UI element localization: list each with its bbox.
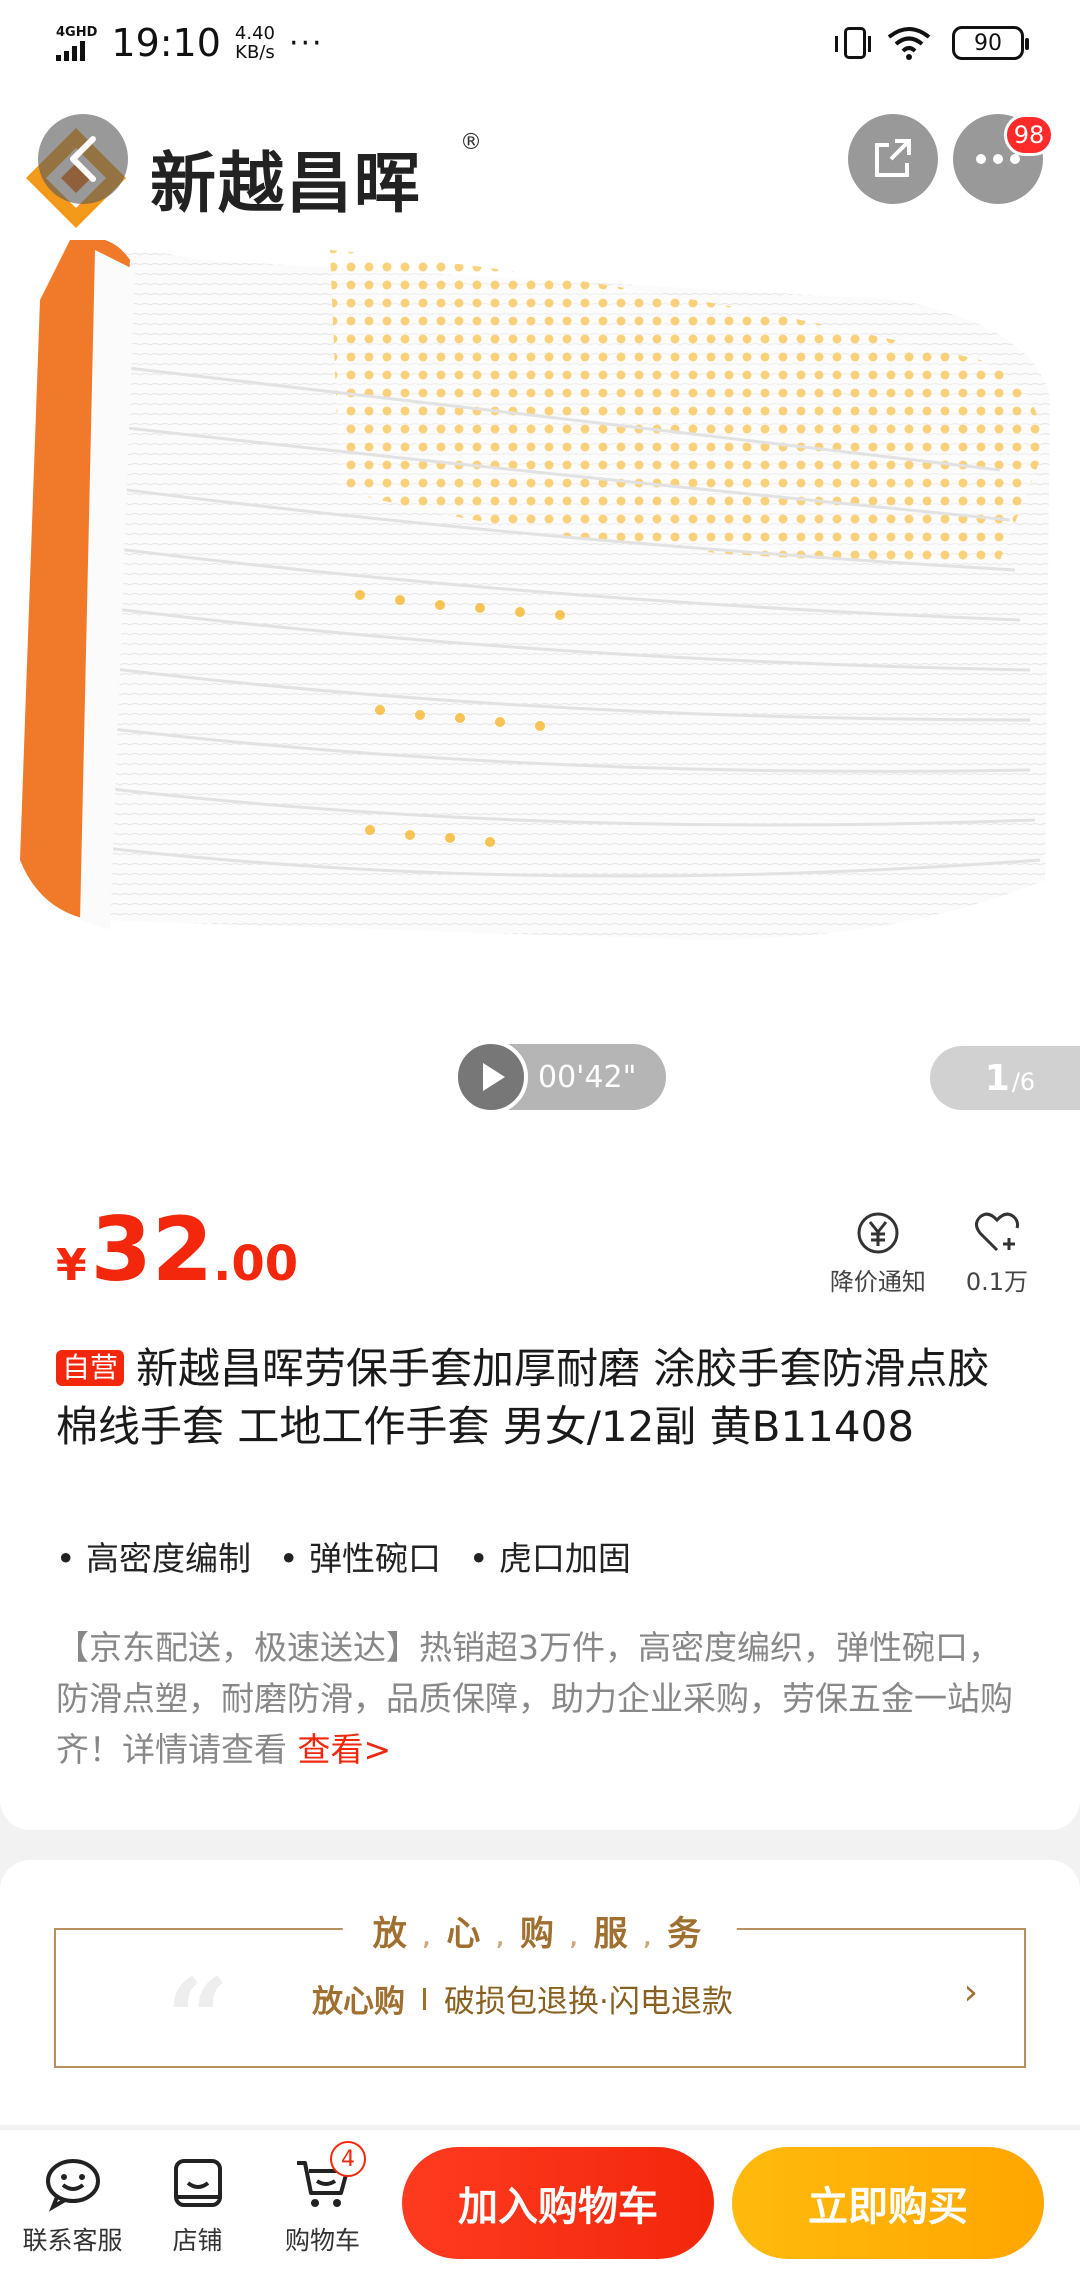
favorite-count: 0.1万 — [965, 1268, 1028, 1296]
status-more: ··· — [288, 25, 324, 61]
feature-item: 高密度编制 — [56, 1532, 251, 1580]
image-total: /6 — [1011, 1068, 1036, 1096]
share-icon — [875, 139, 911, 177]
chevron-right-icon[interactable]: › — [964, 1972, 978, 2013]
price-decimal: .00 — [213, 1236, 299, 1292]
wifi-icon — [887, 27, 931, 60]
description-text: 【京东配送，极速送达】热销超3万件，高密度编织，弹性碗口，防滑点塑，耐磨防滑，品… — [56, 1628, 1013, 1769]
cart-count-badge: 4 — [330, 2141, 366, 2177]
customer-service-label: 联系客服 — [22, 2226, 123, 2255]
quote-icon: “ — [166, 1954, 230, 2083]
feature-item: 弹性碗口 — [279, 1532, 441, 1580]
service-title-char: 心 — [446, 1914, 487, 1954]
service-label: 放心购 — [312, 1984, 405, 2020]
product-info-card: ¥ 32 .00 降价通知 0.1万 自营 新越昌晖劳保手套加厚耐磨 涂胶手套防滑… — [0, 1160, 1080, 1830]
service-card: 放,心,购,服,务 “ 放心购 破损包退换·闪电退款 › — [0, 1860, 1080, 2125]
service-title-char: 放 — [372, 1914, 413, 1954]
feature-item: 虎口加固 — [469, 1532, 631, 1580]
signal-icon: 4GHD — [56, 26, 97, 61]
product-title: 自营 新越昌晖劳保手套加厚耐磨 涂胶手套防滑点胶棉线手套 工地工作手套 男女/12… — [56, 1340, 1016, 1456]
chevron-left-icon — [70, 136, 96, 182]
store-button[interactable]: 店铺 — [135, 2153, 260, 2257]
product-image-gloves[interactable] — [0, 240, 1080, 1000]
heart-icon — [974, 1212, 1019, 1252]
price: ¥ 32 .00 — [56, 1198, 298, 1301]
price-alert-label: 降价通知 — [829, 1268, 926, 1296]
brand-registered-mark: ® — [460, 130, 482, 155]
price-integer: 32 — [90, 1198, 214, 1301]
message-count-badge: 98 — [1004, 114, 1054, 156]
store-label: 店铺 — [172, 2226, 223, 2255]
product-gallery[interactable]: 新越昌晖 ® 98 00'42" 1/6 — [0, 0, 1080, 1160]
service-title: 放,心,购,服,务 — [342, 1906, 738, 1955]
service-title-char: 务 — [667, 1914, 708, 1954]
feature-list: 高密度编制 弹性碗口 虎口加固 — [56, 1532, 631, 1580]
video-duration: 00'42" — [538, 1059, 637, 1095]
image-index: 1 — [984, 1057, 1010, 1099]
assurance-service-box[interactable]: 放,心,购,服,务 “ 放心购 破损包退换·闪电退款 › — [54, 1906, 1026, 2074]
battery-icon: 90 — [952, 26, 1029, 60]
self-operated-tag: 自营 — [56, 1350, 125, 1386]
service-title-char: 购 — [520, 1914, 560, 1954]
buy-now-button[interactable]: 立即购买 — [732, 2147, 1044, 2259]
customer-service-button[interactable]: 联系客服 — [10, 2153, 135, 2257]
share-button[interactable] — [848, 114, 938, 204]
price-alert-button[interactable]: 降价通知 — [830, 1210, 926, 1297]
status-bar: 4GHD 19:10 4.40 KB/s ··· 90 — [0, 0, 1080, 86]
network-type: 4GHD — [56, 24, 98, 40]
vibrate-icon — [835, 27, 871, 59]
customer-service-icon — [45, 2159, 100, 2212]
price-currency: ¥ — [56, 1240, 87, 1291]
brand-name: 新越昌晖 — [150, 145, 422, 222]
speed-value: 4.40 — [234, 23, 275, 44]
back-button[interactable] — [38, 114, 128, 204]
service-title-char: 服 — [593, 1914, 634, 1954]
price-alert-icon — [857, 1212, 899, 1254]
cart-button[interactable]: 4 购物车 — [260, 2141, 385, 2257]
product-description: 【京东配送，极速送达】热销超3万件，高密度编织，弹性碗口，防滑点塑，耐磨防滑，品… — [56, 1622, 1026, 1775]
store-icon — [173, 2159, 222, 2207]
battery-level: 90 — [974, 30, 1002, 56]
add-to-cart-button[interactable]: 加入购物车 — [402, 2147, 714, 2259]
service-detail: 破损包退换·闪电退款 — [444, 1984, 733, 2020]
description-more-link[interactable]: 查看> — [298, 1730, 392, 1769]
network-speed: 4.40 KB/s — [235, 24, 275, 62]
status-time: 19:10 — [111, 21, 221, 65]
video-play-button[interactable]: 00'42" — [454, 1040, 666, 1114]
cart-label: 购物车 — [284, 2226, 360, 2255]
favorite-button[interactable]: 0.1万 — [966, 1210, 1028, 1297]
speed-unit: KB/s — [235, 42, 275, 63]
bottom-action-bar: 联系客服 店铺 4 购物车 加入购物车 立即购买 — [0, 2130, 1080, 2280]
service-divider — [423, 1987, 426, 2010]
more-icon — [976, 154, 1020, 164]
image-counter: 1/6 — [930, 1046, 1080, 1110]
play-icon — [454, 1040, 528, 1114]
product-title-text: 新越昌晖劳保手套加厚耐磨 涂胶手套防滑点胶棉线手套 工地工作手套 男女/12副 … — [56, 1344, 990, 1451]
